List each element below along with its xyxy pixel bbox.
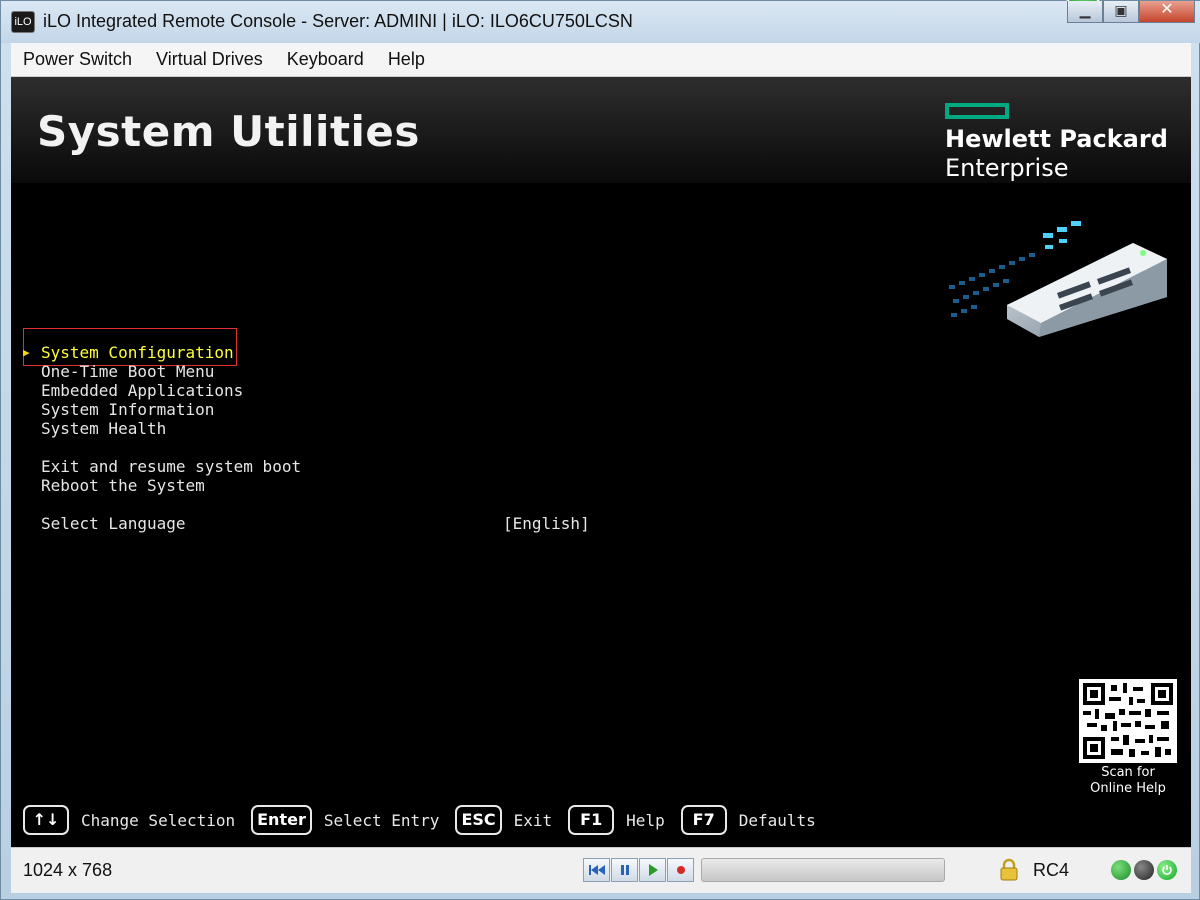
close-button[interactable]: ✕ — [1139, 1, 1195, 23]
playback-controls — [583, 858, 695, 882]
server-illustration-icon — [949, 221, 1167, 337]
selection-arrow-icon: ▶ — [23, 346, 30, 359]
menu-power-switch[interactable]: Power Switch — [11, 49, 144, 70]
menu-virtual-drives[interactable]: Virtual Drives — [144, 49, 275, 70]
encryption-type: RC4 — [1033, 860, 1070, 880]
menu-entry-label: Select Language — [41, 514, 186, 533]
menu-entry-system-information[interactable]: System Information — [41, 400, 301, 419]
key-label-select-entry: Select Entry — [323, 810, 440, 830]
remote-console-window: iLO iLO Integrated Remote Console - Serv… — [0, 0, 1200, 900]
system-utilities-menu: ▶ System Configuration One-Time Boot Men… — [23, 343, 590, 533]
play-icon — [648, 864, 658, 876]
menu-entry-label: System Configuration — [41, 343, 234, 362]
menu-bar: Power Switch Virtual Drives Keyboard Hel… — [11, 43, 1191, 77]
key-label-exit: Exit — [513, 810, 553, 830]
menu-entry-system-configuration[interactable]: ▶ System Configuration — [23, 343, 301, 362]
console-screen[interactable]: System Utilities Hewlett Packard Enterpr… — [11, 77, 1191, 847]
menu-entry-exit-resume-boot[interactable]: Exit and resume system boot — [41, 457, 301, 476]
screen-resolution: 1024 x 768 — [23, 860, 113, 880]
menu-entry-reboot[interactable]: Reboot the System — [41, 476, 301, 495]
key-label-help: Help — [626, 810, 665, 830]
ilo-app-icon: iLO — [11, 11, 35, 33]
qr-caption-line-1: Scan for — [1101, 765, 1155, 780]
hpe-logo: Hewlett Packard Enterprise — [945, 103, 1175, 182]
record-button[interactable] — [667, 858, 694, 882]
qr-caption: Scan for Online Help — [1071, 765, 1185, 797]
f1-key-icon: F1 — [568, 805, 615, 835]
key-label-defaults: Defaults — [738, 810, 816, 830]
qr-caption-line-2: Online Help — [1090, 781, 1166, 796]
health-indicator-icon — [1111, 860, 1131, 880]
rewind-button[interactable] — [583, 858, 610, 882]
menu-entry-one-time-boot[interactable]: One-Time Boot Menu — [41, 362, 301, 381]
window-title: iLO Integrated Remote Console - Server: … — [43, 11, 633, 31]
activity-indicator-icon — [1134, 860, 1154, 880]
title-bar[interactable]: iLO iLO Integrated Remote Console - Serv… — [1, 0, 1200, 43]
window-controls: ▁ ▣ ✕ — [1067, 1, 1195, 25]
page-title: System Utilities — [37, 107, 420, 156]
rewind-icon — [588, 865, 605, 875]
menu-help[interactable]: Help — [376, 49, 437, 70]
menu-entry-embedded-applications[interactable]: Embedded Applications — [41, 381, 301, 400]
status-bar: 1024 x 768 RC4 — [11, 847, 1191, 893]
power-icon — [1162, 865, 1172, 875]
menu-spacer — [41, 495, 301, 514]
brand-line-2: Enterprise — [945, 154, 1069, 182]
arrow-keys-icon: ↑↓ — [23, 805, 69, 835]
enter-key-icon: Enter — [251, 805, 312, 835]
qr-code-icon — [1079, 679, 1177, 763]
hpe-element-icon — [945, 103, 1009, 119]
f7-key-icon: F7 — [680, 805, 727, 835]
pause-icon — [620, 865, 629, 875]
key-label-change-selection: Change Selection — [81, 810, 236, 830]
key-legend: ↑↓ Change Selection Enter Select Entry E… — [23, 805, 832, 835]
playback-progress-bar[interactable] — [701, 858, 945, 882]
esc-key-icon: ESC — [455, 805, 502, 835]
play-button[interactable] — [639, 858, 666, 882]
status-indicators — [1111, 860, 1180, 880]
lock-icon — [1000, 858, 1018, 881]
menu-entry-system-health[interactable]: System Health — [41, 419, 301, 438]
menu-entry-select-language[interactable]: Select Language [English] — [41, 514, 590, 533]
maximize-button[interactable]: ▣ — [1103, 1, 1139, 23]
brand-line-1: Hewlett Packard — [945, 125, 1168, 153]
menu-keyboard[interactable]: Keyboard — [275, 49, 376, 70]
power-button[interactable] — [1157, 860, 1177, 880]
record-icon — [676, 866, 685, 874]
minimize-button[interactable]: ▁ — [1067, 1, 1103, 23]
menu-spacer — [41, 438, 301, 457]
pause-button[interactable] — [611, 858, 638, 882]
language-value: [English] — [503, 514, 590, 533]
